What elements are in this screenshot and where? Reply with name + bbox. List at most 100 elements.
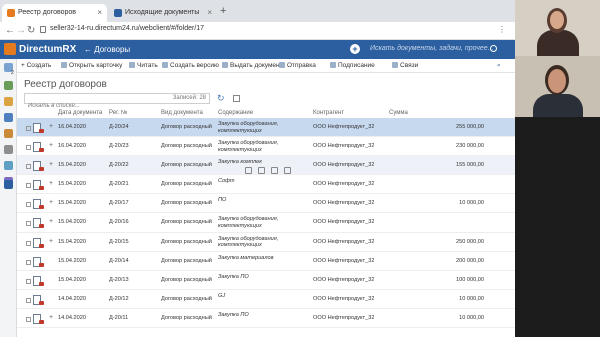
- notification-badge: 2: [11, 70, 14, 76]
- expand-icon[interactable]: +: [49, 314, 53, 321]
- back-icon[interactable]: ←: [5, 25, 15, 36]
- new-tab-button[interactable]: +: [220, 5, 226, 17]
- expand-icon[interactable]: +: [49, 123, 53, 130]
- copy-icon[interactable]: [284, 167, 291, 175]
- issue-icon: [222, 62, 228, 68]
- expand-icon[interactable]: +: [49, 180, 53, 187]
- document-badge-icon: [39, 262, 44, 267]
- row-checkbox[interactable]: [26, 240, 31, 246]
- row-checkbox[interactable]: [26, 183, 31, 189]
- global-search-input[interactable]: Искать документы, задачи, прочее...: [370, 45, 493, 52]
- create-version-button[interactable]: Создать версию: [162, 62, 219, 69]
- video-empty-area: [515, 117, 600, 337]
- table-row[interactable]: +15.04.2020 Д-20/22 Договор расходный Закуп…: [17, 156, 515, 176]
- read-button[interactable]: Читать: [129, 62, 158, 69]
- table-row[interactable]: +15.04.2020 Д-20/16 Договор расходный Закуп…: [17, 213, 515, 233]
- user-icon[interactable]: [4, 145, 13, 154]
- table-row[interactable]: 15.04.2020 Д-20/14 Договор расходный Закупк…: [17, 252, 515, 271]
- participant-video-1: [515, 0, 600, 56]
- row-checkbox[interactable]: [26, 202, 31, 208]
- documents-icon[interactable]: [4, 113, 13, 122]
- clock-icon[interactable]: [4, 161, 13, 170]
- edit-icon[interactable]: [245, 167, 252, 175]
- issue-document-button[interactable]: Выдать документ: [222, 62, 283, 69]
- grid-settings-icon[interactable]: [233, 95, 240, 102]
- row-checkbox[interactable]: [26, 278, 31, 284]
- cell-subject: Закупка оборудования, комплектующих: [218, 235, 279, 249]
- breadcrumb[interactable]: ← Договоры: [84, 45, 130, 54]
- tasks-icon[interactable]: [4, 81, 13, 90]
- browser-menu-icon[interactable]: ⋮: [498, 25, 506, 34]
- table-row[interactable]: 15.04.2020 Д-20/13 Договор расходный Закупк…: [17, 271, 515, 290]
- table-row[interactable]: +16.04.2020 Д-20/24 Договор расходный Закуп…: [17, 118, 515, 138]
- browser-tab-outgoing[interactable]: Исходящие документы ×: [109, 4, 217, 22]
- browser-tab-bar: Реестр договоров × Исходящие документы ×…: [0, 0, 515, 22]
- left-rail: 2: [0, 59, 17, 337]
- row-checkbox[interactable]: [26, 297, 31, 303]
- preview-icon[interactable]: [271, 167, 278, 175]
- cell-kind: Договор расходный: [161, 200, 212, 207]
- links-label: Связи: [400, 62, 419, 69]
- expand-icon[interactable]: +: [49, 218, 53, 225]
- url-field[interactable]: seller32-14-ru.directum24.ru/webclient/#…: [50, 25, 204, 32]
- read-icon: [129, 62, 135, 68]
- version-icon: [162, 62, 168, 68]
- row-checkbox[interactable]: [26, 221, 31, 227]
- table-row[interactable]: +15.04.2020 Д-20/21 Договор расходный Софт О…: [17, 175, 515, 195]
- cell-sum: 230 000,00: [456, 143, 484, 150]
- refresh-icon[interactable]: ↻: [217, 93, 225, 104]
- row-checkbox[interactable]: [26, 126, 31, 131]
- close-icon[interactable]: ×: [97, 8, 102, 17]
- send-button[interactable]: Отправка: [279, 62, 316, 69]
- reload-icon[interactable]: ↻: [27, 25, 35, 36]
- search-icon[interactable]: [490, 45, 497, 52]
- open-card-button[interactable]: Открыть карточку: [61, 62, 122, 69]
- table-row[interactable]: +15.04.2020 Д-20/15 Договор расходный Закуп…: [17, 233, 515, 252]
- filter-icon[interactable]: ⌕: [497, 62, 501, 70]
- row-checkbox[interactable]: [26, 145, 31, 151]
- col-reg[interactable]: Рег. №: [109, 110, 127, 116]
- forward-icon[interactable]: →: [16, 25, 26, 36]
- expand-icon[interactable]: +: [49, 142, 53, 149]
- participant-2-body: [533, 94, 583, 117]
- cell-reg: Д-20/11: [109, 314, 129, 321]
- cell-subject: Закупка ПО: [218, 311, 249, 318]
- create-button[interactable]: + Создать: [21, 62, 51, 69]
- create-plus-icon[interactable]: +: [350, 44, 360, 54]
- close-icon[interactable]: ×: [207, 8, 212, 17]
- expand-icon[interactable]: +: [49, 199, 53, 206]
- row-checkbox[interactable]: [26, 164, 31, 170]
- cell-subject: GJ: [218, 292, 226, 299]
- browser-tab-registry[interactable]: Реестр договоров ×: [2, 4, 107, 22]
- expand-icon[interactable]: +: [49, 161, 53, 168]
- card-icon[interactable]: [258, 167, 265, 175]
- cell-sum: 155 000,00: [456, 162, 484, 169]
- row-checkbox[interactable]: [26, 259, 31, 265]
- links-button[interactable]: Связи: [392, 62, 418, 69]
- col-partner[interactable]: Контрагент: [313, 110, 344, 116]
- expand-icon[interactable]: +: [49, 238, 53, 245]
- col-date[interactable]: Дата документа: [58, 110, 102, 116]
- cell-date: 16.04.2020: [58, 124, 86, 130]
- apps-icon[interactable]: [4, 180, 13, 189]
- folder-icon[interactable]: [4, 129, 13, 138]
- col-kind[interactable]: Вид документа: [161, 110, 203, 116]
- table-row[interactable]: 14.04.2020 Д-20/12 Договор расходный GJ ООО …: [17, 290, 515, 309]
- document-badge-icon: [39, 148, 44, 153]
- cell-reg: Д-20/16: [109, 219, 129, 226]
- table-row[interactable]: +16.04.2020 Д-20/23 Договор расходный Закуп…: [17, 137, 515, 157]
- col-sum[interactable]: Сумма: [389, 110, 408, 116]
- sign-button[interactable]: Подписание: [330, 62, 375, 69]
- toolbar: + Создать Открыть карточку Читать Создат…: [17, 59, 515, 73]
- document-badge-icon: [39, 281, 44, 286]
- table-row[interactable]: +15.04.2020 Д-20/17 Договор расходный ПО ООО…: [17, 194, 515, 214]
- document-badge-icon: [39, 300, 44, 305]
- row-checkbox[interactable]: [26, 316, 31, 322]
- list-search[interactable]: Записей: 28: [24, 93, 210, 111]
- app-name[interactable]: DirectumRX: [19, 44, 76, 55]
- col-subject[interactable]: Содержание: [218, 110, 253, 116]
- table-row[interactable]: +14.04.2020 Д-20/11 Договор расходный Закуп…: [17, 309, 515, 329]
- cell-subject: Закупка оборудования, комплектующих: [218, 121, 279, 134]
- mail-icon[interactable]: [4, 97, 13, 106]
- create-version-label: Создать версию: [170, 62, 219, 69]
